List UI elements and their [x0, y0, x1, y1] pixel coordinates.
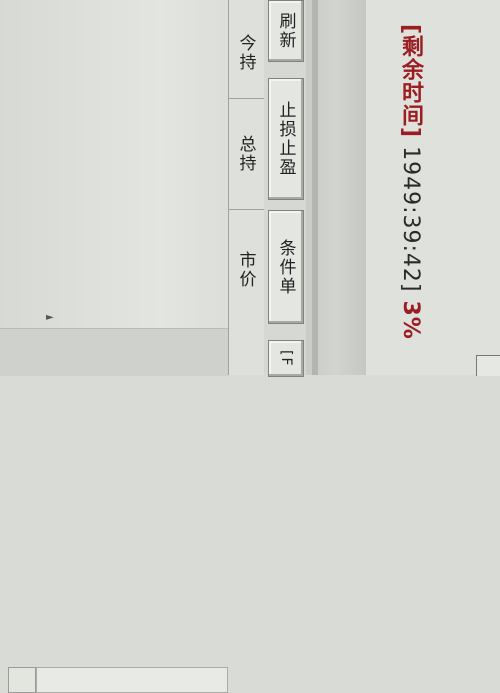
stop-loss-button-label: 止损止盈	[275, 101, 296, 177]
partial-button[interactable]: [F	[268, 340, 304, 377]
corner-widget[interactable]	[476, 355, 500, 376]
remaining-time-status: [剩余时间] 1949:39:42] 3%	[394, 24, 426, 340]
grid-line	[228, 0, 229, 375]
stop-loss-button[interactable]: 止损止盈	[268, 78, 304, 200]
header-today-position-label: 今持	[235, 34, 256, 72]
bottom-icon-box[interactable]	[8, 667, 36, 693]
condition-order-button[interactable]: 条件单	[268, 210, 304, 324]
header-market-price[interactable]: 市价	[228, 210, 264, 330]
remaining-time-label: [剩余时间]	[398, 24, 423, 139]
column-headers: 今持 总持 市价	[228, 0, 264, 375]
refresh-button[interactable]: 刷新	[268, 0, 304, 62]
bottom-input[interactable]	[36, 667, 228, 693]
progress-percent: 3%	[398, 300, 423, 340]
remaining-time-value: 1949:39:42]	[398, 146, 423, 293]
header-total-position-label: 总持	[235, 135, 256, 173]
scroll-right-icon[interactable]: ►	[46, 312, 54, 323]
bottom-bar	[0, 328, 228, 693]
partial-button-label: [F	[278, 349, 294, 368]
header-total-position[interactable]: 总持	[228, 99, 264, 210]
button-column: 刷新 止损止盈 条件单 [F	[264, 0, 306, 377]
header-market-price-label: 市价	[235, 251, 256, 289]
header-today-position[interactable]: 今持	[228, 8, 264, 99]
refresh-button-label: 刷新	[275, 12, 296, 50]
list-panel: ►	[0, 0, 228, 693]
status-panel: [剩余时间] 1949:39:42] 3%	[366, 0, 500, 375]
splitter-line	[312, 0, 318, 375]
condition-order-button-label: 条件单	[275, 238, 296, 296]
